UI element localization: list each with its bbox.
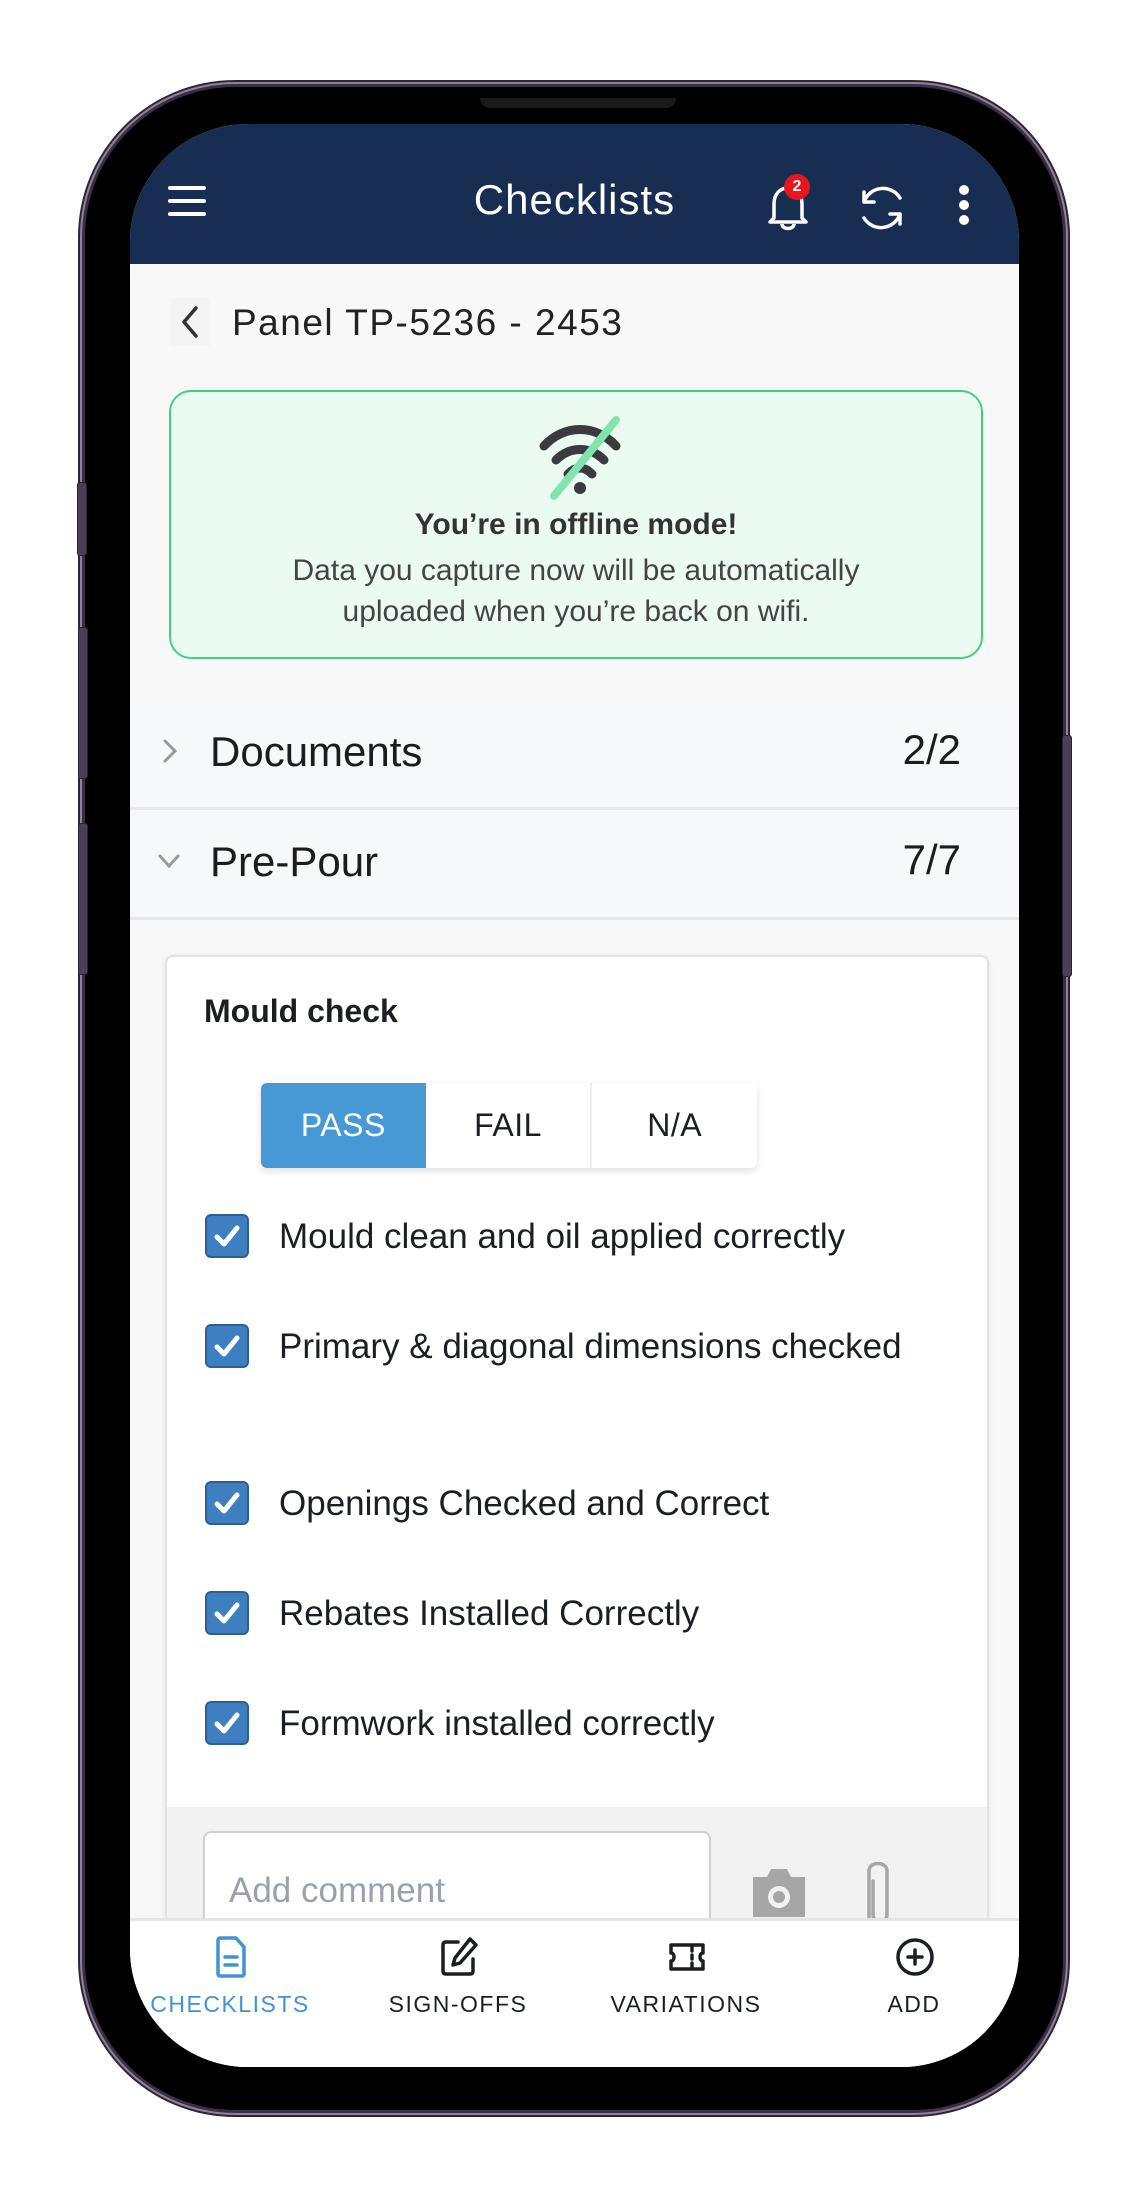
document-icon — [216, 1936, 246, 1978]
checkbox[interactable] — [205, 1214, 249, 1258]
nav-add[interactable]: ADD — [814, 1921, 1014, 2031]
checkmark-icon — [214, 1602, 240, 1624]
wifi-off-icon — [539, 416, 621, 500]
nav-variations[interactable]: VARIATIONS — [586, 1921, 786, 2031]
section-count: 2/2 — [902, 726, 961, 773]
checklist-item-label: Rebates Installed Correctly — [279, 1594, 700, 1633]
panel-header: Panel TP-5236 - 2453 — [130, 284, 1019, 364]
check-card: Mould check PASS FAIL N/A Mould clean an… — [165, 955, 989, 2067]
nav-checklists[interactable]: CHECKLISTS — [130, 1921, 330, 2031]
more-options-button[interactable] — [954, 180, 974, 236]
ticket-icon — [669, 1943, 705, 1971]
checklist-item-label: Primary & diagonal dimensions checked — [279, 1327, 902, 1366]
checkbox[interactable] — [205, 1481, 249, 1525]
volume-down-button — [78, 823, 88, 975]
section-label: Documents — [210, 728, 423, 775]
checkbox[interactable] — [205, 1324, 249, 1368]
check-title: Mould check — [204, 993, 398, 1029]
checkmark-icon — [214, 1225, 240, 1247]
na-button[interactable]: N/A — [592, 1083, 758, 1168]
notifications-button[interactable]: 2 — [760, 174, 816, 234]
checklist-item-label: Openings Checked and Correct — [279, 1484, 770, 1523]
more-vertical-icon — [959, 185, 969, 225]
offline-banner: You’re in offline mode! Data you capture… — [169, 390, 983, 659]
nav-sign-offs[interactable]: SIGN-OFFS — [358, 1921, 558, 2031]
power-button — [1062, 735, 1072, 977]
camera-icon — [753, 1869, 805, 1917]
bottom-nav: CHECKLISTS SIGN-OFFS VARIATIONS ADD — [130, 1918, 1019, 2067]
sync-icon — [862, 186, 902, 230]
checklist-item-label: Mould clean and oil applied correctly — [279, 1217, 846, 1256]
nav-label: SIGN-OFFS — [388, 1991, 528, 2017]
chevron-left-icon — [182, 306, 198, 338]
sync-button[interactable] — [854, 180, 910, 236]
checkmark-icon — [214, 1712, 240, 1734]
nav-label: CHECKLISTS — [150, 1991, 310, 2017]
notification-badge: 2 — [784, 174, 810, 200]
nav-label: ADD — [887, 1991, 941, 2017]
offline-title: You’re in offline mode! — [414, 508, 738, 541]
nav-label: VARIATIONS — [610, 1991, 762, 2017]
section-documents[interactable]: Documents 2/2 — [130, 700, 1019, 810]
panel-title: Panel TP-5236 - 2453 — [232, 302, 624, 343]
checkmark-icon — [214, 1492, 240, 1514]
camera-button[interactable] — [749, 1863, 809, 1919]
speaker-notch — [480, 98, 676, 108]
result-selector: PASS FAIL N/A — [261, 1083, 758, 1168]
app-screen: Checklists 2 Panel TP-5236 - 2453 You’re… — [130, 124, 1019, 2067]
offline-message: Data you capture now will be automatical… — [292, 554, 860, 628]
back-button[interactable] — [170, 298, 210, 346]
section-pre-pour[interactable]: Pre-Pour 7/7 — [130, 810, 1019, 920]
checklist-item-label: Formwork installed correctly — [279, 1704, 715, 1743]
chevron-right-icon — [163, 739, 178, 763]
chevron-down-icon — [158, 854, 180, 869]
app-header: Checklists 2 — [130, 124, 1019, 264]
pass-button[interactable]: PASS — [261, 1083, 426, 1168]
section-label: Pre-Pour — [210, 838, 379, 885]
checkbox[interactable] — [205, 1701, 249, 1745]
fail-button[interactable]: FAIL — [425, 1083, 593, 1168]
checkmark-icon — [214, 1335, 240, 1357]
plus-circle-icon — [896, 1938, 934, 1976]
section-count: 7/7 — [902, 836, 961, 883]
volume-up-button — [78, 627, 88, 779]
checkbox[interactable] — [205, 1591, 249, 1635]
edit-icon — [441, 1937, 478, 1976]
action-button — [77, 482, 87, 556]
